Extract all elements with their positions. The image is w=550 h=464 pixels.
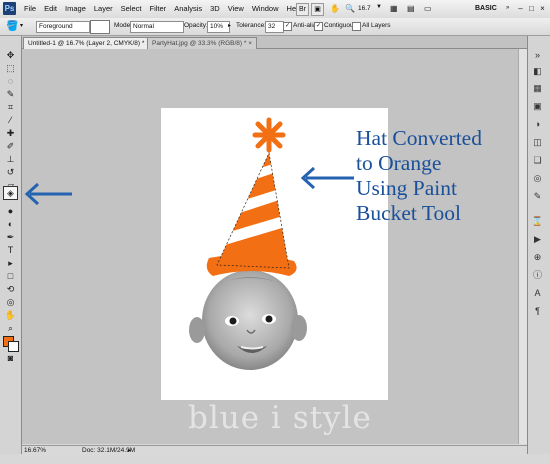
history-brush-tool-icon[interactable]: ↺: [4, 166, 17, 178]
mini-bridge-button[interactable]: ▣: [311, 3, 324, 16]
menu-layer[interactable]: Layer: [94, 4, 113, 13]
eyedropper-tool-icon[interactable]: ⁄: [4, 114, 17, 126]
navigator-panel-icon[interactable]: ⊕: [530, 251, 545, 263]
all-layers-label: All Layers: [362, 22, 391, 29]
all-layers-checkbox[interactable]: [352, 22, 361, 31]
menu-bar: Ps File Edit Image Layer Select Filter A…: [0, 0, 550, 19]
lasso-tool-icon[interactable]: ◌: [4, 75, 17, 87]
marquee-tool-icon[interactable]: ⬚: [4, 62, 17, 74]
shape-tool-icon[interactable]: □: [4, 270, 17, 282]
move-tool-icon[interactable]: ✥: [4, 49, 17, 61]
bridge-button[interactable]: Br: [296, 3, 309, 16]
annotation-line: to Orange: [356, 151, 442, 175]
annotation-line: Bucket Tool: [356, 201, 461, 225]
tab-close-icon[interactable]: ×: [248, 40, 252, 47]
brush-tool-icon[interactable]: ✐: [4, 140, 17, 152]
menu-window[interactable]: Window: [252, 4, 279, 13]
dodge-tool-icon[interactable]: ◐: [4, 218, 17, 230]
panel-dock: [527, 36, 550, 454]
type-tool-icon[interactable]: T: [4, 244, 17, 256]
arrange-documents-icon[interactable]: ▤: [407, 4, 415, 13]
vertical-scrollbar[interactable]: [518, 49, 527, 444]
zoom-tool-icon[interactable]: ⌕: [4, 322, 17, 334]
workspace-switcher[interactable]: BASIC: [475, 3, 505, 14]
fill-source-select[interactable]: Foreground: [36, 21, 90, 33]
path-selection-tool-icon[interactable]: ▸: [4, 257, 17, 269]
hand-tool-icon[interactable]: ✋: [4, 309, 17, 321]
baby-face: [189, 270, 307, 370]
paragraph-panel-icon[interactable]: ¶: [530, 305, 545, 317]
opacity-label: Opacity:: [184, 22, 208, 29]
watermark: blue i style: [188, 400, 372, 436]
status-chevron-icon[interactable]: ▸: [128, 446, 131, 456]
background-color-swatch[interactable]: [8, 341, 19, 352]
screen-mode-icon[interactable]: ▭: [424, 4, 432, 13]
blur-tool-icon[interactable]: ●: [4, 205, 17, 217]
zoom-icon[interactable]: 🔍: [345, 4, 355, 13]
paint-bucket-icon[interactable]: 🪣: [6, 21, 18, 32]
photoshop-logo: Ps: [3, 2, 16, 15]
arrow-to-tool-icon: [24, 182, 72, 206]
menu-items: File Edit Image Layer Select Filter Anal…: [24, 4, 302, 13]
info-panel-icon[interactable]: ⓘ: [530, 269, 545, 281]
minimize-icon[interactable]: –: [516, 4, 525, 13]
menu-3d[interactable]: 3D: [210, 4, 220, 13]
tab-partyhat[interactable]: PartyHat.jpg @ 33.3% (RGB/8) * ×: [147, 37, 257, 49]
opacity-slider-chevron-icon[interactable]: ▸: [228, 22, 231, 29]
contiguous-checkbox[interactable]: ✓: [314, 22, 323, 31]
actions-panel-icon[interactable]: ▶: [530, 233, 545, 245]
annotation-line: Using Paint: [356, 176, 457, 200]
canvas-artwork: [189, 117, 307, 370]
menu-edit[interactable]: Edit: [44, 4, 57, 13]
menu-analysis[interactable]: Analysis: [174, 4, 202, 13]
pattern-swatch[interactable]: [90, 20, 110, 34]
arrow-to-hat-icon: [300, 166, 354, 190]
tab-label: Untitled-1 @ 16.7% (Layer 2, CMYK/8) *: [28, 40, 145, 47]
anti-alias-checkbox[interactable]: ✓: [283, 22, 292, 31]
zoom-level[interactable]: 16.7: [358, 5, 371, 12]
menu-image[interactable]: Image: [65, 4, 86, 13]
party-hat: [206, 117, 297, 276]
opacity-input[interactable]: 10%: [207, 21, 230, 33]
status-bar: 16.67% Doc: 32.1M/24.9M ▸: [22, 445, 527, 456]
status-zoom[interactable]: 16.67%: [24, 446, 46, 456]
dock-collapse-icon[interactable]: »: [530, 49, 545, 61]
styles-panel-icon[interactable]: ▣: [530, 100, 545, 112]
workspace-chevron-icon[interactable]: »: [506, 5, 509, 11]
color-panel-icon[interactable]: ◧: [530, 65, 545, 77]
swatches-panel-icon[interactable]: ▦: [530, 82, 545, 94]
tolerance-input[interactable]: 32: [265, 21, 284, 33]
clone-stamp-tool-icon[interactable]: ⊥: [4, 153, 17, 165]
annotation-line: Hat Converted: [356, 126, 482, 150]
menu-view[interactable]: View: [228, 4, 244, 13]
mode-select[interactable]: Normal: [130, 21, 184, 33]
character-panel-icon[interactable]: A: [530, 287, 545, 299]
menu-filter[interactable]: Filter: [150, 4, 167, 13]
maximize-icon[interactable]: □: [527, 4, 536, 13]
menu-file[interactable]: File: [24, 4, 36, 13]
crop-tool-icon[interactable]: ⌗: [4, 101, 17, 113]
tab-untitled-1[interactable]: Untitled-1 @ 16.7% (Layer 2, CMYK/8) * ×: [23, 37, 156, 49]
grid-icon[interactable]: ▦: [390, 4, 398, 13]
annotation-text: Hat Converted to Orange Using Paint Buck…: [356, 126, 536, 226]
tab-label: PartyHat.jpg @ 33.3% (RGB/8) *: [152, 40, 247, 47]
3d-rotate-tool-icon[interactable]: ⟲: [4, 283, 17, 295]
hand-icon[interactable]: ✋: [330, 4, 340, 13]
tolerance-label: Tolerance:: [236, 22, 266, 29]
chevron-down-icon[interactable]: ▼: [376, 4, 382, 10]
menu-select[interactable]: Select: [121, 4, 142, 13]
options-bar: 🪣 ▾ Foreground Mode: Normal Opacity: 10%…: [0, 18, 550, 36]
healing-brush-tool-icon[interactable]: ✚: [4, 127, 17, 139]
tool-preset-chevron-icon[interactable]: ▾: [20, 22, 23, 29]
close-icon[interactable]: ×: [538, 4, 547, 13]
paint-bucket-tool-icon[interactable]: ◈: [3, 186, 18, 200]
3d-orbit-tool-icon[interactable]: ◎: [4, 296, 17, 308]
pen-tool-icon[interactable]: ✒: [4, 231, 17, 243]
quick-selection-tool-icon[interactable]: ✎: [4, 88, 17, 100]
quick-mask-icon[interactable]: ◙: [4, 352, 17, 364]
